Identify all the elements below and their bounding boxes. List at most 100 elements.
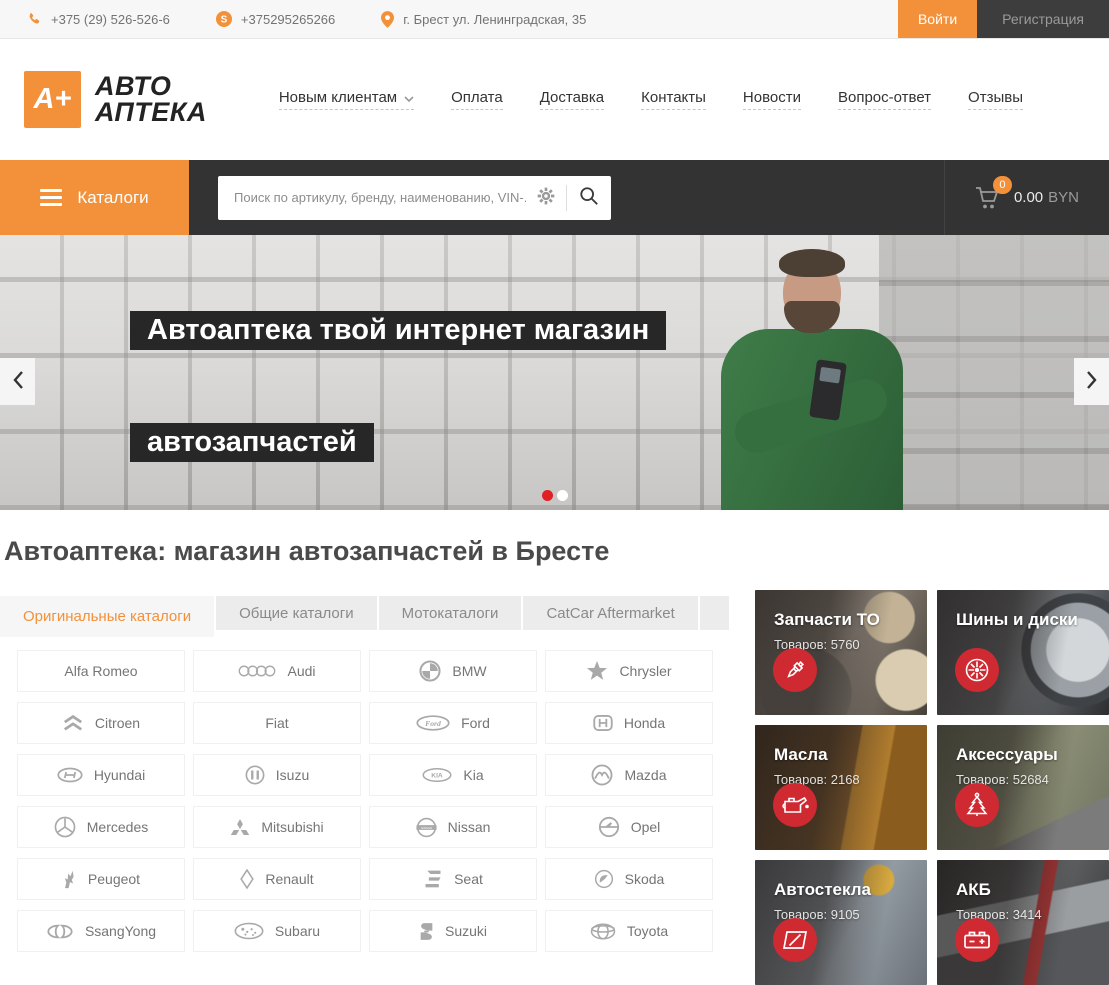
register-button[interactable]: Регистрация [977,0,1109,38]
brand-item-opel[interactable]: Opel [545,806,713,848]
search-submit-button[interactable] [567,176,611,220]
brand-item-ssangyong[interactable]: SsangYong [17,910,185,952]
nav-item-label: Доставка [540,89,604,106]
brand-item-mercedes[interactable]: Mercedes [17,806,185,848]
tab-moto[interactable]: Мотокаталоги [379,596,522,630]
battery-icon[interactable] [955,918,999,962]
catalog-tabs: Оригинальные каталогиОбщие каталогиМоток… [0,596,729,637]
brand-item-mitsubishi[interactable]: Mitsubishi [193,806,361,848]
oil-can-icon[interactable] [773,783,817,827]
brand-item-fiat[interactable]: Fiat [193,702,361,744]
auth-buttons: Войти Регистрация [898,0,1109,38]
slider-prev-button[interactable] [0,358,35,405]
brand-label: Subaru [275,923,320,939]
brand-item-skoda[interactable]: Skoda [545,858,713,900]
logo[interactable]: A+ АВТО АПТЕКА [24,71,207,128]
category-card-battery[interactable]: АКБТоваров: 3414 [937,860,1109,985]
brand-label: Isuzu [276,767,309,783]
nav-item-label: Оплата [451,89,503,106]
slider-next-button[interactable] [1074,358,1109,405]
brand-label: Seat [454,871,483,887]
brand-item-chrysler[interactable]: Chrysler [545,650,713,692]
cart-icon: 0 [975,186,1001,210]
brand-grid: Alfa Romeo Audi BMWChrysler Citroen Fiat Ford… [17,650,713,952]
slider-dot-1[interactable] [542,490,553,501]
nav-item-faq[interactable]: Вопрос-ответ [838,89,931,110]
hyundai-logo-icon [57,767,83,783]
login-button[interactable]: Войти [898,0,977,38]
phone-icon [27,12,42,27]
tab-original[interactable]: Оригинальные каталоги [0,596,214,637]
ssangyong-logo-icon [46,924,74,939]
category-title: АКБ [937,860,1109,900]
brand-item-peugeot[interactable]: Peugeot [17,858,185,900]
contact-text: +375 (29) 526-526-6 [51,12,170,27]
cart-button[interactable]: 0 0.00 BYN [944,160,1109,235]
brand-item-kia[interactable]: KIAKia [369,754,537,796]
search-settings-button[interactable] [526,176,566,220]
category-card-oils[interactable]: МаслаТоваров: 2168 [755,725,927,850]
renault-logo-icon [240,868,254,890]
tab-catcar[interactable]: CatCar Aftermarket [523,596,697,630]
nav-item-reviews[interactable]: Отзывы [968,89,1023,110]
mitsubishi-logo-icon [230,818,250,837]
mercedes-logo-icon [54,816,76,838]
logo-line2: АПТЕКА [95,100,207,126]
brand-item-honda[interactable]: Honda [545,702,713,744]
brand-label: Fiat [265,715,288,731]
brand-item-suzuki[interactable]: Suzuki [369,910,537,952]
skoda-logo-icon [594,869,614,889]
category-card-glass[interactable]: АвтостеклаТоваров: 9105 [755,860,927,985]
brand-label: Alfa Romeo [64,663,137,679]
nav-item-delivery[interactable]: Доставка [540,89,604,110]
brand-item-isuzu[interactable]: Isuzu [193,754,361,796]
category-card-accessories[interactable]: АксессуарыТоваров: 52684 [937,725,1109,850]
nav-item-news[interactable]: Новости [743,89,801,110]
brand-item-audi[interactable]: Audi [193,650,361,692]
brand-item-mazda[interactable]: Mazda [545,754,713,796]
logo-mark-icon: A+ [24,71,81,128]
brand-label: Mazda [624,767,666,783]
category-card-tyres[interactable]: Шины и диски [937,590,1109,715]
search-input[interactable] [218,190,526,205]
audi-logo-icon [238,663,276,679]
brand-label: Peugeot [88,871,140,887]
bmw-logo-icon [419,660,441,682]
brand-item-hyundai[interactable]: Hyundai [17,754,185,796]
slider-dot-2[interactable] [557,490,568,501]
svg-text:S: S [221,15,228,26]
brand-item-seat[interactable]: Seat [369,858,537,900]
nav-item-contacts[interactable]: Контакты [641,89,706,110]
brand-label: Opel [631,819,661,835]
nav-item-payment[interactable]: Оплата [451,89,503,110]
brand-item-citroen[interactable]: Citroen [17,702,185,744]
nav-item-label: Вопрос-ответ [838,89,931,106]
air-freshener-icon[interactable] [955,783,999,827]
brand-item-alfa-romeo[interactable]: Alfa Romeo [17,650,185,692]
site-header: A+ АВТО АПТЕКА Новым клиентам Оплата Доста… [0,39,1109,160]
brand-item-ford[interactable]: FordFord [369,702,537,744]
category-count: Товаров: 3414 [937,900,1109,922]
tab-general[interactable]: Общие каталоги [216,596,377,630]
nissan-logo-icon: NISSAN [416,817,437,838]
tab-filler [700,596,729,630]
nav-item-new-clients[interactable]: Новым клиентам [279,89,414,110]
windshield-icon[interactable] [773,918,817,962]
chevron-down-icon [404,89,414,106]
category-count: Товаров: 5760 [755,630,927,652]
brand-label: Suzuki [445,923,487,939]
category-title: Масла [755,725,927,765]
brand-item-subaru[interactable]: Subaru [193,910,361,952]
wheel-icon[interactable] [955,648,999,692]
catalogs-button[interactable]: Каталоги [0,160,189,235]
chrysler-logo-icon [586,660,608,682]
nav-item-label: Контакты [641,89,706,106]
category-card-to-parts[interactable]: Запчасти ТОТоваров: 5760 [755,590,927,715]
brand-item-renault[interactable]: Renault [193,858,361,900]
brand-item-bmw[interactable]: BMW [369,650,537,692]
brand-item-nissan[interactable]: NISSANNissan [369,806,537,848]
brand-label: Kia [463,767,483,783]
brand-label: Audi [287,663,315,679]
spark-plug-icon[interactable] [773,648,817,692]
brand-item-toyota[interactable]: Toyota [545,910,713,952]
